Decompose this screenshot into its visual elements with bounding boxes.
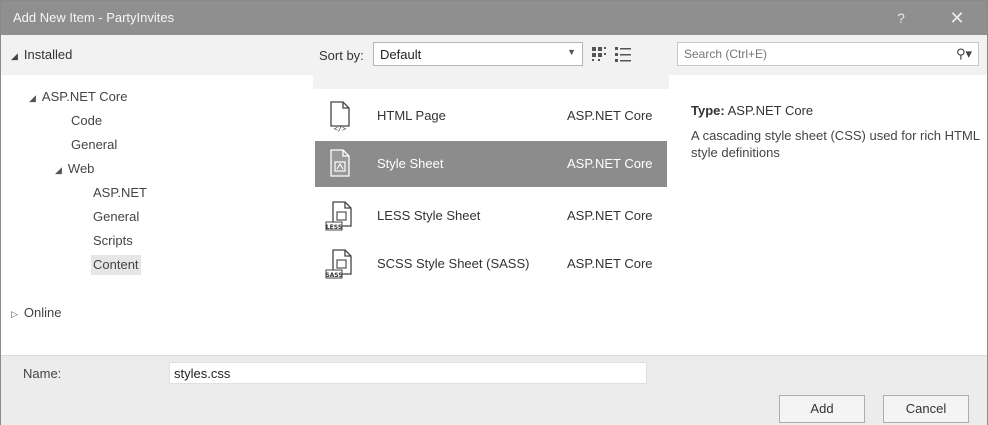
tree-node-web[interactable]: ◢ Web: [55, 161, 94, 176]
dialog-footer: Name: Add Cancel: [1, 355, 987, 425]
tree-node-scripts[interactable]: Scripts: [93, 233, 133, 248]
medium-icons-view-icon[interactable]: [589, 44, 609, 64]
sort-toolbar: Sort by: Default ▼: [313, 35, 669, 75]
template-category: ASP.NET Core: [567, 256, 653, 271]
name-label: Name:: [23, 366, 62, 381]
search-box[interactable]: ⚲▾: [677, 42, 979, 66]
sort-by-label: Sort by:: [319, 48, 364, 63]
less-style-sheet-icon: LESS: [325, 201, 352, 231]
search-icon[interactable]: ⚲▾: [956, 46, 972, 62]
template-name: HTML Page: [377, 108, 446, 123]
type-label: Type:: [691, 103, 725, 118]
template-item-scss-style-sheet[interactable]: SASS SCSS Style Sheet (SASS) ASP.NET Cor…: [315, 241, 667, 287]
template-icon-badge: SASS: [325, 272, 342, 279]
tree-node-label: ASP.NET Core: [41, 89, 128, 104]
tree-node-asp-net-core[interactable]: ◢ ASP.NET Core: [29, 89, 127, 104]
expanded-triangle-icon: ◢: [11, 51, 18, 61]
tree-node-label: Web: [67, 161, 95, 176]
tree-node-code[interactable]: Code: [71, 113, 102, 128]
template-name: Style Sheet: [377, 156, 444, 171]
style-sheet-icon: [330, 149, 350, 177]
template-icon-badge: <​/>: [334, 125, 347, 132]
window-title: Add New Item - PartyInvites: [13, 10, 175, 25]
tree-node-content[interactable]: Content: [91, 255, 141, 275]
template-description: A cascading style sheet (CSS) used for r…: [691, 128, 980, 160]
category-tree: ◢ ASP.NET Core Code General ◢ Web ASP.NET …: [1, 75, 313, 355]
expanded-triangle-icon: ◢: [29, 93, 36, 103]
template-item-less-style-sheet[interactable]: LESS LESS Style Sheet ASP.NET Core: [315, 193, 667, 239]
add-button[interactable]: Add: [779, 395, 865, 423]
tree-node-asp-net[interactable]: ASP.NET: [93, 185, 147, 200]
type-value: ASP.NET Core: [727, 103, 814, 118]
template-name: LESS Style Sheet: [377, 208, 481, 223]
scss-style-sheet-icon: SASS: [325, 249, 352, 279]
type-line: Type: ASP.NET Core: [691, 103, 813, 118]
close-button[interactable]: ✕: [945, 6, 969, 30]
add-new-item-dialog: Add New Item - PartyInvites ? ✕ ◢ Install…: [0, 0, 988, 425]
template-name: SCSS Style Sheet (SASS): [377, 256, 530, 271]
template-category: ASP.NET Core: [567, 208, 653, 223]
template-item-style-sheet[interactable]: Style Sheet ASP.NET Core: [315, 141, 667, 187]
name-field[interactable]: [169, 362, 647, 384]
template-category: ASP.NET Core: [567, 156, 653, 171]
sort-by-value: Default: [380, 47, 422, 62]
template-list: <​/> HTML Page ASP.NET Core Style Sheet …: [313, 89, 669, 355]
tree-node-label: Installed: [23, 47, 73, 62]
template-category: ASP.NET Core: [567, 108, 653, 123]
list-view-icon[interactable]: [613, 44, 633, 64]
expanded-triangle-icon: ◢: [55, 165, 62, 175]
name-input[interactable]: [170, 363, 640, 383]
template-item-html-page[interactable]: <​/> HTML Page ASP.NET Core: [315, 93, 667, 139]
help-button[interactable]: ?: [889, 6, 913, 30]
search-input[interactable]: [678, 43, 938, 65]
left-panel-header: ◢ Installed: [1, 35, 313, 75]
cancel-button[interactable]: Cancel: [883, 395, 969, 423]
tree-node-general[interactable]: General: [71, 137, 117, 152]
collapsed-triangle-icon: ▷: [11, 309, 18, 319]
template-icon-badge: LESS: [326, 224, 342, 231]
title-bar: Add New Item - PartyInvites ? ✕: [1, 1, 987, 35]
chevron-down-icon: ▼: [567, 47, 576, 57]
tree-node-installed[interactable]: ◢ Installed: [11, 47, 72, 62]
sort-by-dropdown[interactable]: Default ▼: [373, 42, 583, 66]
tree-node-label: Online: [23, 305, 62, 320]
template-details-panel: Type: ASP.NET Core A cascading style she…: [669, 75, 987, 355]
html-page-icon: <​/>: [330, 101, 350, 132]
tree-node-general-web[interactable]: General: [93, 209, 139, 224]
tree-node-online[interactable]: ▷ Online: [11, 305, 62, 320]
